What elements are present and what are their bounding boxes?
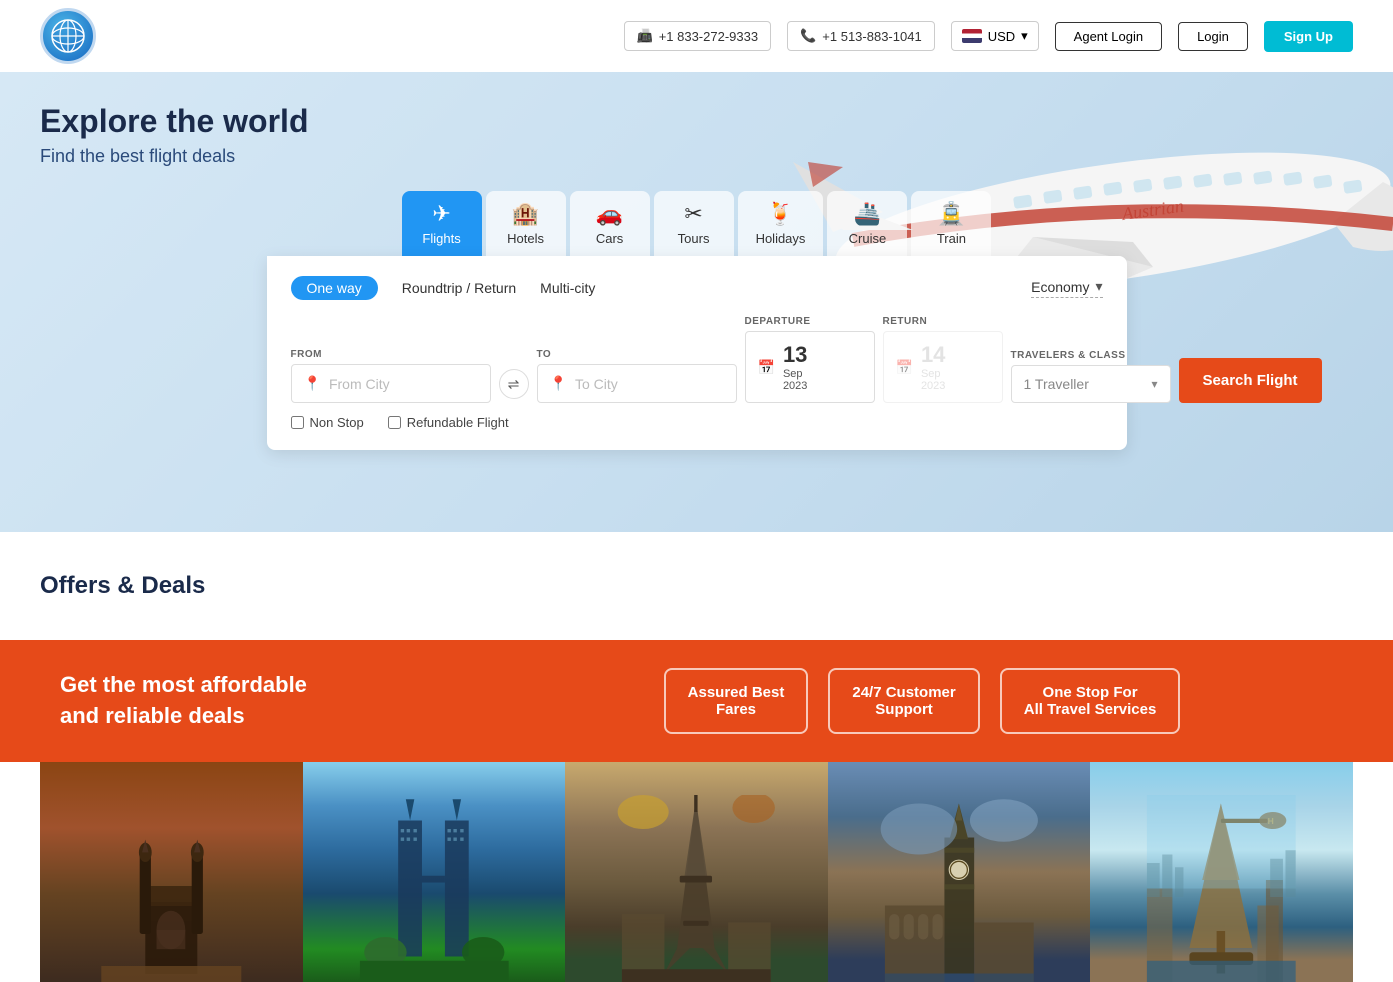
- return-input[interactable]: 📅 14 Sep2023: [883, 331, 1003, 403]
- tab-flights[interactable]: ✈ Flights: [402, 191, 482, 256]
- hero-section: Austrian Explore the world Find the best…: [0, 72, 1393, 532]
- hero-subtitle: Find the best flight deals: [40, 146, 1353, 167]
- agent-login-button[interactable]: Agent Login: [1055, 22, 1162, 51]
- multicity-button[interactable]: Multi-city: [540, 276, 595, 300]
- holidays-icon: 🍹: [767, 201, 794, 227]
- train-icon: 🚊: [938, 201, 965, 227]
- phone-icon: 📞: [800, 28, 816, 44]
- return-field-group: RETURN 📅 14 Sep2023: [883, 316, 1003, 403]
- tab-holidays-label: Holidays: [756, 231, 806, 246]
- refundable-checkbox[interactable]: Refundable Flight: [388, 415, 509, 430]
- flights-icon: ✈: [432, 201, 450, 227]
- calendar-icon: 📅: [758, 359, 775, 376]
- to-label: TO: [537, 349, 737, 360]
- filter-checkboxes: Non Stop Refundable Flight: [291, 415, 1103, 430]
- travelers-input[interactable]: 1 Traveller ▾: [1011, 365, 1171, 403]
- travelers-label: TRAVELERS & CLASS: [1011, 350, 1171, 361]
- hero-title: Explore the world: [40, 72, 1353, 140]
- tab-flights-label: Flights: [422, 231, 460, 246]
- destinations-row: H: [0, 762, 1393, 982]
- swap-button[interactable]: ⇌: [499, 369, 529, 399]
- cruise-icon: 🚢: [854, 201, 881, 227]
- chevron-down-icon: ▾: [1095, 278, 1102, 295]
- search-fields: FROM 📍 From City ⇌ TO 📍: [291, 316, 1103, 403]
- tab-cruise[interactable]: 🚢 Cruise: [827, 191, 907, 256]
- roundtrip-button[interactable]: Roundtrip / Return: [402, 276, 516, 300]
- flag-icon: [962, 29, 982, 43]
- login-button[interactable]: Login: [1178, 22, 1248, 51]
- from-input[interactable]: 📍 From City: [291, 364, 491, 403]
- travelers-value: 1 Traveller: [1024, 376, 1089, 392]
- dest-card-london[interactable]: [828, 762, 1091, 982]
- return-date: 14 Sep2023: [921, 342, 945, 392]
- travelers-field-group: TRAVELERS & CLASS 1 Traveller ▾: [1011, 350, 1171, 403]
- tab-cars[interactable]: 🚗 Cars: [570, 191, 650, 256]
- from-placeholder: From City: [329, 376, 390, 392]
- tab-train[interactable]: 🚊 Train: [911, 191, 991, 256]
- fax-icon: 📠: [637, 28, 653, 44]
- tab-cruise-label: Cruise: [849, 231, 887, 246]
- promo-badge-support: 24/7 CustomerSupport: [828, 668, 979, 734]
- offers-section: Offers & Deals: [0, 532, 1393, 640]
- from-field-group: FROM 📍 From City: [291, 349, 491, 403]
- logo-icon: [40, 8, 96, 64]
- search-box: One way Roundtrip / Return Multi-city Ec…: [267, 256, 1127, 450]
- departure-field-group: DEPARTURE 📅 13 Sep2023: [745, 316, 875, 403]
- class-selector[interactable]: Economy ▾: [1031, 278, 1102, 298]
- departure-date: 13 Sep2023: [783, 342, 807, 392]
- dest-card-hyderabad[interactable]: [40, 762, 303, 982]
- search-button[interactable]: Search Flight: [1179, 358, 1322, 403]
- to-input[interactable]: 📍 To City: [537, 364, 737, 403]
- service-tabs: ✈ Flights 🏨 Hotels 🚗 Cars ✂ Tours 🍹 Holi…: [40, 191, 1353, 256]
- dest-card-kl[interactable]: [303, 762, 566, 982]
- tab-tours[interactable]: ✂ Tours: [654, 191, 734, 256]
- logo[interactable]: [40, 8, 96, 64]
- departure-label: DEPARTURE: [745, 316, 875, 327]
- tab-train-label: Train: [937, 231, 966, 246]
- promo-badges: Assured BestFares 24/7 CustomerSupport O…: [511, 668, 1333, 734]
- from-label: FROM: [291, 349, 491, 360]
- chevron-down-icon: ▾: [1151, 377, 1157, 391]
- promo-badge-fares: Assured BestFares: [664, 668, 809, 734]
- hero-content: Explore the world Find the best flight d…: [40, 72, 1353, 450]
- hotels-icon: 🏨: [512, 201, 539, 227]
- tab-hotels-label: Hotels: [507, 231, 544, 246]
- nonstop-check[interactable]: [291, 416, 304, 429]
- tab-hotels[interactable]: 🏨 Hotels: [486, 191, 566, 256]
- return-label: RETURN: [883, 316, 1003, 327]
- class-label: Economy: [1031, 279, 1089, 295]
- dest-card-dubai[interactable]: H: [1090, 762, 1353, 982]
- swap-icon: ⇌: [508, 376, 520, 393]
- promo-badge-onestop: One Stop ForAll Travel Services: [1000, 668, 1181, 734]
- phone1-display[interactable]: 📠 +1 833-272-9333: [624, 21, 772, 51]
- to-placeholder: To City: [575, 376, 618, 392]
- tab-tours-label: Tours: [678, 231, 710, 246]
- tours-icon: ✂: [684, 201, 702, 227]
- promo-banner: Get the most affordable and reliable dea…: [0, 640, 1393, 762]
- to-field-group: TO 📍 To City: [537, 349, 737, 403]
- refundable-check[interactable]: [388, 416, 401, 429]
- currency-selector[interactable]: USD ▾: [951, 21, 1039, 51]
- offers-title: Offers & Deals: [40, 572, 1353, 600]
- dest-card-paris[interactable]: [565, 762, 828, 982]
- header: 📠 +1 833-272-9333 📞 +1 513-883-1041 USD …: [0, 0, 1393, 72]
- trip-type-row: One way Roundtrip / Return Multi-city Ec…: [291, 276, 1103, 300]
- calendar-icon: 📅: [896, 359, 913, 376]
- tab-holidays[interactable]: 🍹 Holidays: [738, 191, 824, 256]
- promo-text: Get the most affordable and reliable dea…: [60, 670, 471, 732]
- phone2-display[interactable]: 📞 +1 513-883-1041: [787, 21, 935, 51]
- cars-icon: 🚗: [596, 201, 623, 227]
- signup-button[interactable]: Sign Up: [1264, 21, 1353, 52]
- chevron-down-icon: ▾: [1021, 28, 1028, 44]
- one-way-button[interactable]: One way: [291, 276, 378, 300]
- tab-cars-label: Cars: [596, 231, 623, 246]
- departure-input[interactable]: 📅 13 Sep2023: [745, 331, 875, 403]
- nonstop-checkbox[interactable]: Non Stop: [291, 415, 364, 430]
- location-icon: 📍: [304, 375, 321, 392]
- location-icon: 📍: [550, 375, 567, 392]
